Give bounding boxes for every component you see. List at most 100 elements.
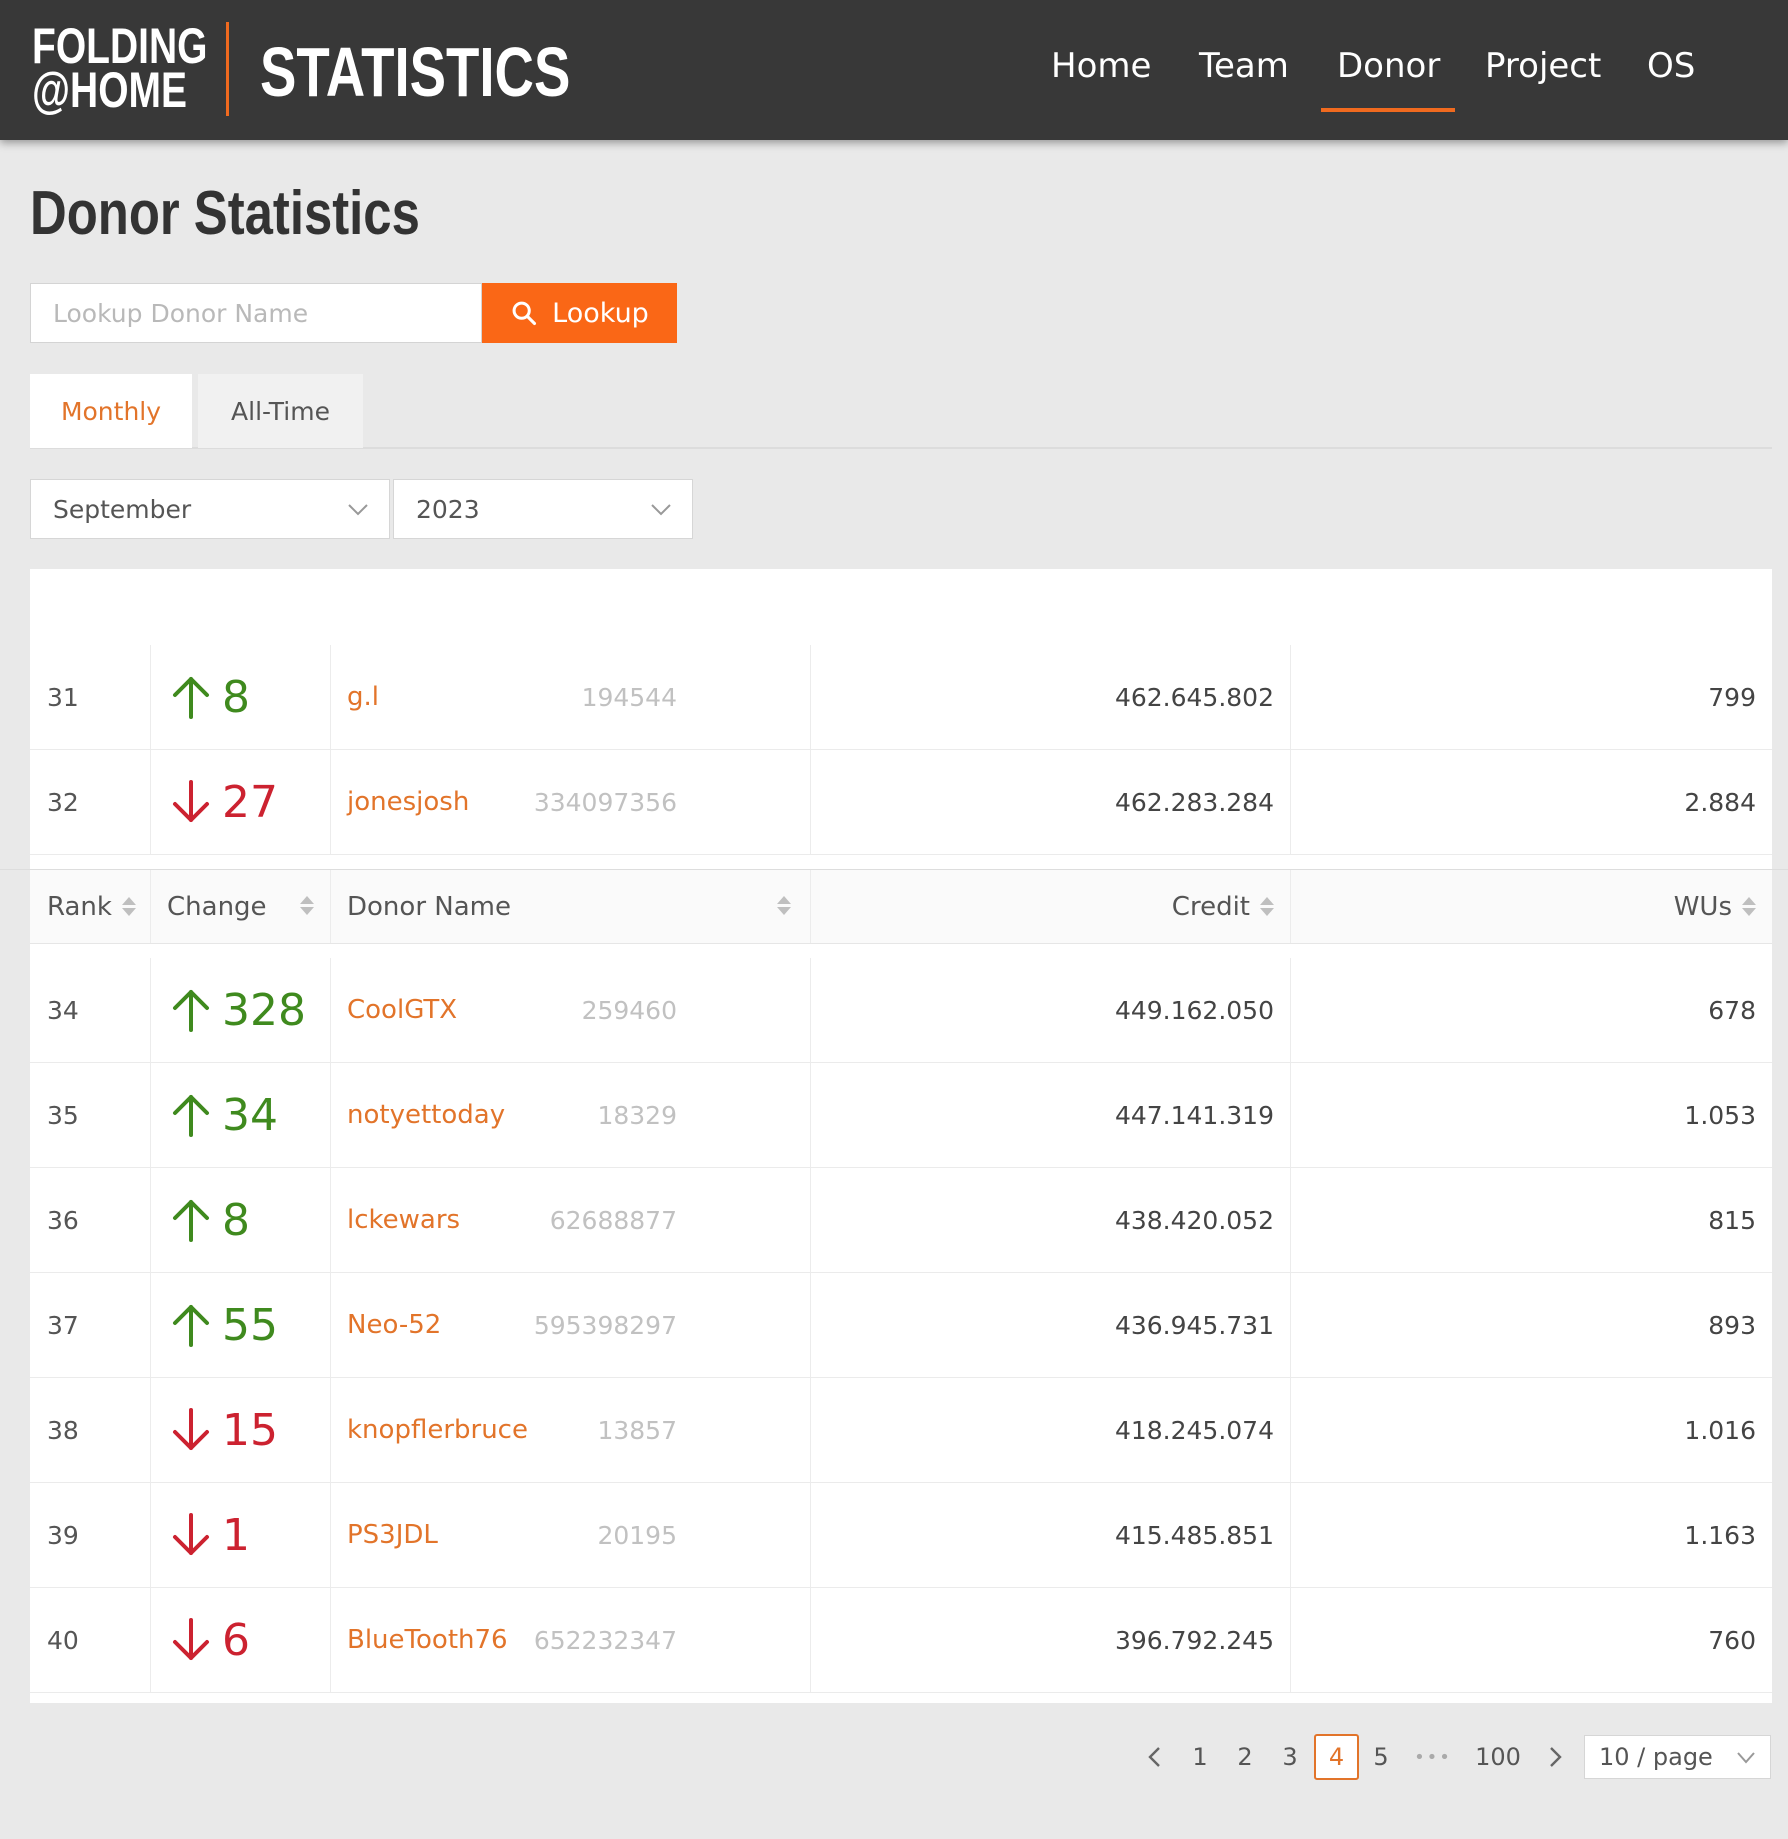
lookup-button[interactable]: Lookup xyxy=(482,283,677,343)
credit-cell: 418.245.074 xyxy=(1114,1415,1274,1445)
credit-cell: 436.945.731 xyxy=(1114,1310,1274,1340)
page-1[interactable]: 1 xyxy=(1184,1734,1216,1780)
pagination: 1 2 3 4 5 ••• 100 xyxy=(0,1734,1788,1780)
nav-donor[interactable]: Donor xyxy=(1337,40,1440,92)
rank-cell: 40 xyxy=(47,1625,79,1655)
change-value: 15 xyxy=(222,1404,278,1456)
page-size-value: 10 / page xyxy=(1599,1743,1713,1771)
donor-name-link[interactable]: jonesjosh xyxy=(347,750,469,854)
arrow-up-icon xyxy=(170,1198,212,1242)
donor-name-link[interactable]: g.l xyxy=(347,645,379,749)
donor-search-input[interactable] xyxy=(30,283,482,343)
credit-cell: 415.485.851 xyxy=(1114,1520,1274,1550)
change-value: 8 xyxy=(222,1194,250,1246)
sort-icon xyxy=(777,896,791,915)
arrow-up-icon xyxy=(170,675,212,719)
column-wus-label: WUs xyxy=(1673,891,1732,922)
table-row: 31 8 g.l 194544 462.645.802 799 xyxy=(30,645,1772,750)
wus-cell: 1.163 xyxy=(1684,1520,1756,1550)
change-cell: 8 xyxy=(170,645,250,749)
page-100[interactable]: 100 xyxy=(1470,1734,1526,1780)
donor-name-link[interactable]: BlueTooth76 xyxy=(347,1588,508,1692)
table-header: Rank Change Donor Name Credit WUs xyxy=(30,870,1772,944)
donor-id: 259460 xyxy=(581,995,677,1025)
arrow-up-icon xyxy=(170,1303,212,1347)
sort-icon xyxy=(1742,897,1756,916)
donor-name-link[interactable]: Neo-52 xyxy=(347,1273,441,1377)
tab-monthly[interactable]: Monthly xyxy=(30,374,192,448)
table-row: 39 1 PS3JDL 20195 415.485.851 1.163 xyxy=(30,1483,1772,1588)
nav-team[interactable]: Team xyxy=(1199,40,1289,92)
donor-name-link[interactable]: knopflerbruce xyxy=(347,1378,528,1482)
wus-cell: 815 xyxy=(1708,1205,1756,1235)
sort-icon xyxy=(121,897,136,916)
chevron-down-icon xyxy=(651,504,671,516)
page-3[interactable]: 3 xyxy=(1274,1734,1306,1780)
rank-cell: 32 xyxy=(47,787,79,817)
rank-cell: 34 xyxy=(47,995,79,1025)
chevron-down-icon xyxy=(1737,1752,1755,1764)
prev-page-button[interactable] xyxy=(1140,1734,1170,1780)
page-size-select[interactable]: 10 / page xyxy=(1584,1735,1771,1779)
change-value: 6 xyxy=(222,1614,250,1666)
arrow-down-icon xyxy=(170,1408,212,1452)
year-select-value: 2023 xyxy=(416,494,480,524)
table-row: 34 328 CoolGTX 259460 449.162.050 678 xyxy=(30,958,1772,1063)
donor-id: 652232347 xyxy=(533,1625,677,1655)
credit-cell: 438.420.052 xyxy=(1114,1205,1274,1235)
credit-cell: 447.141.319 xyxy=(1114,1100,1274,1130)
column-header-credit[interactable]: Credit xyxy=(1172,870,1274,943)
column-rank-label: Rank xyxy=(47,891,112,922)
change-cell: 8 xyxy=(170,1168,250,1272)
main-nav: Home Team Donor Project OS xyxy=(0,40,1788,110)
credit-cell: 462.283.284 xyxy=(1114,787,1274,817)
donor-name-link[interactable]: PS3JDL xyxy=(347,1483,438,1587)
next-page-button[interactable] xyxy=(1540,1734,1570,1780)
nav-os[interactable]: OS xyxy=(1647,40,1695,92)
column-header-donor-name[interactable]: Donor Name xyxy=(347,870,807,943)
change-value: 55 xyxy=(222,1299,278,1351)
arrow-up-icon xyxy=(170,1093,212,1137)
rank-cell: 36 xyxy=(47,1205,79,1235)
table-row: 40 6 BlueTooth76 652232347 396.792.245 760 xyxy=(30,1588,1772,1693)
month-select[interactable]: September xyxy=(30,479,390,539)
donor-name-link[interactable]: CoolGTX xyxy=(347,958,457,1062)
column-header-wus[interactable]: WUs xyxy=(1674,870,1756,943)
change-cell: 55 xyxy=(170,1273,278,1377)
nav-home[interactable]: Home xyxy=(1051,40,1151,92)
column-donor-name-label: Donor Name xyxy=(347,891,511,922)
year-select[interactable]: 2023 xyxy=(393,479,693,539)
page-4-current[interactable]: 4 xyxy=(1314,1734,1359,1780)
donor-name-link[interactable]: lckewars xyxy=(347,1168,460,1272)
sort-icon xyxy=(1260,897,1274,916)
donor-id: 18329 xyxy=(597,1100,677,1130)
arrow-down-icon xyxy=(170,1618,212,1662)
credit-cell: 396.792.245 xyxy=(1114,1625,1274,1655)
rank-cell: 38 xyxy=(47,1415,79,1445)
change-cell: 328 xyxy=(170,958,306,1062)
column-credit-label: Credit xyxy=(1171,891,1250,922)
chevron-right-icon xyxy=(1550,1747,1562,1767)
nav-project[interactable]: Project xyxy=(1485,40,1601,92)
tab-all-time[interactable]: All-Time xyxy=(198,374,363,448)
credit-cell: 449.162.050 xyxy=(1114,995,1274,1025)
change-cell: 27 xyxy=(170,750,278,854)
wus-cell: 893 xyxy=(1708,1310,1756,1340)
donor-id: 62688877 xyxy=(549,1205,677,1235)
page-5[interactable]: 5 xyxy=(1365,1734,1397,1780)
change-value: 27 xyxy=(222,776,278,828)
rank-cell: 39 xyxy=(47,1520,79,1550)
column-header-rank[interactable]: Rank xyxy=(47,870,136,943)
table-row: 35 34 notyettoday 18329 447.141.319 1.053 xyxy=(30,1063,1772,1168)
column-header-change[interactable]: Change xyxy=(167,870,317,943)
donor-id: 13857 xyxy=(597,1415,677,1445)
page-2[interactable]: 2 xyxy=(1229,1734,1261,1780)
column-change-label: Change xyxy=(167,891,267,922)
search-icon xyxy=(512,301,537,326)
table-row: 36 8 lckewars 62688877 438.420.052 815 xyxy=(30,1168,1772,1273)
donor-id: 194544 xyxy=(581,682,677,712)
wus-cell: 760 xyxy=(1708,1625,1756,1655)
pagination-ellipsis[interactable]: ••• xyxy=(1408,1734,1458,1780)
donor-name-link[interactable]: notyettoday xyxy=(347,1063,505,1167)
sort-icon xyxy=(300,896,314,915)
